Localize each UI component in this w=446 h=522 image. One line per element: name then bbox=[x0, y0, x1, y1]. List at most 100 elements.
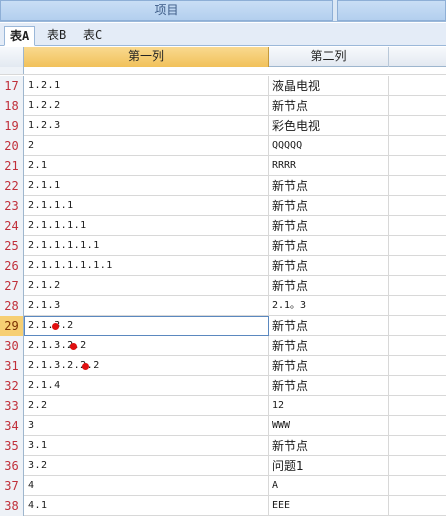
cell-column-1[interactable]: 1.2.2 bbox=[24, 96, 269, 116]
cell-column-1[interactable]: 2.2 bbox=[24, 396, 269, 416]
table-row[interactable]: 21 2.1 RRRR bbox=[0, 156, 446, 176]
cell-column-2[interactable]: RRRR bbox=[269, 156, 389, 176]
row-number[interactable]: 29 bbox=[0, 316, 24, 336]
row-number[interactable]: 35 bbox=[0, 436, 24, 456]
row-number[interactable]: 24 bbox=[0, 216, 24, 236]
cell-column-2[interactable]: WWW bbox=[269, 416, 389, 436]
cell-column-2[interactable]: 12 bbox=[269, 396, 389, 416]
cell-column-1[interactable]: 2.1.1.1 bbox=[24, 196, 269, 216]
cell-column-1[interactable]: 2.1.3 bbox=[24, 296, 269, 316]
cell-column-2[interactable]: A bbox=[269, 476, 389, 496]
row-number[interactable]: 37 bbox=[0, 476, 24, 496]
cell-column-1[interactable]: 2.1.2 bbox=[24, 276, 269, 296]
row-number[interactable]: 31 bbox=[0, 356, 24, 376]
cell-column-2[interactable]: 新节点 bbox=[269, 196, 389, 216]
table-row[interactable]: 28 2.1.3 2.1。3 bbox=[0, 296, 446, 316]
tab-sheet-a[interactable]: 表A bbox=[4, 26, 36, 46]
cell-column-2[interactable]: 新节点 bbox=[269, 256, 389, 276]
row-number[interactable]: 18 bbox=[0, 96, 24, 116]
red-dot-marker-icon bbox=[52, 323, 59, 330]
row-number[interactable]: 27 bbox=[0, 276, 24, 296]
table-row[interactable]: 19 1.2.3 彩色电视 bbox=[0, 116, 446, 136]
column-header-1[interactable]: 第一列 bbox=[24, 47, 269, 67]
cell-column-2[interactable]: 彩色电视 bbox=[269, 116, 389, 136]
table-row[interactable]: 17 1.2.1 液晶电视 bbox=[0, 76, 446, 96]
table-row[interactable]: 25 2.1.1.1.1.1 新节点 bbox=[0, 236, 446, 256]
row-number[interactable]: 33 bbox=[0, 396, 24, 416]
cell-column-2[interactable]: 新节点 bbox=[269, 356, 389, 376]
cell-column-2[interactable]: 新节点 bbox=[269, 216, 389, 236]
table-row[interactable]: 18 1.2.2 新节点 bbox=[0, 96, 446, 116]
table-row[interactable]: 23 2.1.1.1 新节点 bbox=[0, 196, 446, 216]
cell-column-2[interactable]: 新节点 bbox=[269, 316, 389, 336]
cell-column-1[interactable]: 2.1.3.2 bbox=[24, 316, 269, 336]
column-header-2[interactable]: 第二列 bbox=[269, 47, 389, 67]
cell-column-1[interactable]: 2.1.1.1.1.1 bbox=[24, 236, 269, 256]
row-number[interactable]: 19 bbox=[0, 116, 24, 136]
cell-column-1[interactable]: 3.2 bbox=[24, 456, 269, 476]
row-number[interactable]: 22 bbox=[0, 176, 24, 196]
table-row[interactable]: 33 2.2 12 bbox=[0, 396, 446, 416]
table-row[interactable]: 30 2.1.3.2.2 新节点 bbox=[0, 336, 446, 356]
row-number[interactable]: 36 bbox=[0, 456, 24, 476]
row-number[interactable]: 23 bbox=[0, 196, 24, 216]
row-number[interactable]: 28 bbox=[0, 296, 24, 316]
table-row[interactable]: 37 4 A bbox=[0, 476, 446, 496]
row-number[interactable]: 17 bbox=[0, 76, 24, 96]
cell-column-1[interactable]: 2.1.1.1.1 bbox=[24, 216, 269, 236]
cell-column-1[interactable]: 2.1.1.1.1.1.1 bbox=[24, 256, 269, 276]
cell-column-2[interactable]: 新节点 bbox=[269, 276, 389, 296]
table-row[interactable]: 29 2.1.3.2 新节点 bbox=[0, 316, 446, 336]
cell-column-2[interactable]: QQQQQ bbox=[269, 136, 389, 156]
table-row[interactable]: 26 2.1.1.1.1.1.1 新节点 bbox=[0, 256, 446, 276]
cell-column-1[interactable]: 2.1.1 bbox=[24, 176, 269, 196]
cell-column-2[interactable]: 液晶电视 bbox=[269, 76, 389, 96]
cell-column-1[interactable]: 1.2.3 bbox=[24, 116, 269, 136]
cell-column-2[interactable]: 新节点 bbox=[269, 236, 389, 256]
cell-column-1[interactable]: 2.1.4 bbox=[24, 376, 269, 396]
tab-sheet-c[interactable]: 表C bbox=[78, 26, 107, 46]
row-number[interactable]: 25 bbox=[0, 236, 24, 256]
cell-column-2[interactable]: 新节点 bbox=[269, 376, 389, 396]
cell-column-1[interactable]: 2.1.3.2.2.2 bbox=[24, 356, 269, 376]
cell-column-1[interactable]: 4.1 bbox=[24, 496, 269, 516]
row-number[interactable]: 21 bbox=[0, 156, 24, 176]
table-row[interactable]: 22 2.1.1 新节点 bbox=[0, 176, 446, 196]
cell-column-2[interactable]: 新节点 bbox=[269, 176, 389, 196]
table-row[interactable]: 35 3.1 新节点 bbox=[0, 436, 446, 456]
table-row[interactable]: 32 2.1.4 新节点 bbox=[0, 376, 446, 396]
cell-column-1[interactable]: 2 bbox=[24, 136, 269, 156]
cell-column-2[interactable]: 问题1 bbox=[269, 456, 389, 476]
table-row[interactable]: 34 3 WWW bbox=[0, 416, 446, 436]
cell-column-1[interactable]: 2.1 bbox=[24, 156, 269, 176]
row-number[interactable]: 32 bbox=[0, 376, 24, 396]
row-number[interactable]: 20 bbox=[0, 136, 24, 156]
row-number[interactable]: 26 bbox=[0, 256, 24, 276]
table-row[interactable]: 38 4.1 EEE bbox=[0, 496, 446, 516]
row-number[interactable]: 34 bbox=[0, 416, 24, 436]
cell-column-2[interactable]: EEE bbox=[269, 496, 389, 516]
row-number[interactable]: 30 bbox=[0, 336, 24, 356]
cell-column-1[interactable]: 3.1 bbox=[24, 436, 269, 456]
cell-column-1[interactable]: 4 bbox=[24, 476, 269, 496]
table-row[interactable]: 36 3.2 问题1 bbox=[0, 456, 446, 476]
cell-column-1[interactable]: 1.2.1 bbox=[24, 76, 269, 96]
project-header[interactable]: 项目 bbox=[0, 0, 333, 21]
table-row[interactable]: 31 2.1.3.2.2.2 新节点 bbox=[0, 356, 446, 376]
select-all-corner[interactable] bbox=[0, 47, 24, 67]
table-row[interactable]: 27 2.1.2 新节点 bbox=[0, 276, 446, 296]
row-number bbox=[0, 67, 24, 74]
table-row[interactable]: 24 2.1.1.1.1 新节点 bbox=[0, 216, 446, 236]
cell-column-1[interactable]: 3 bbox=[24, 416, 269, 436]
cell-column-2[interactable]: 新节点 bbox=[269, 96, 389, 116]
cell-column-2[interactable]: 2.1。3 bbox=[269, 296, 389, 316]
row-number[interactable]: 38 bbox=[0, 496, 24, 516]
tab-sheet-b[interactable]: 表B bbox=[42, 26, 71, 46]
secondary-header[interactable] bbox=[337, 0, 446, 21]
cell-column-1[interactable]: 2.1.3.2.2 bbox=[24, 336, 269, 356]
cell-column-2[interactable]: 新节点 bbox=[269, 336, 389, 356]
table-row[interactable]: 20 2 QQQQQ bbox=[0, 136, 446, 156]
data-grid: 17 1.2.1 液晶电视 18 1.2.2 新节点 19 1.2.3 彩色电视 20 2 QQQQQ… bbox=[0, 76, 446, 516]
sheet-tabs: 表A 表B 表C bbox=[0, 23, 446, 46]
cell-column-2[interactable]: 新节点 bbox=[269, 436, 389, 456]
